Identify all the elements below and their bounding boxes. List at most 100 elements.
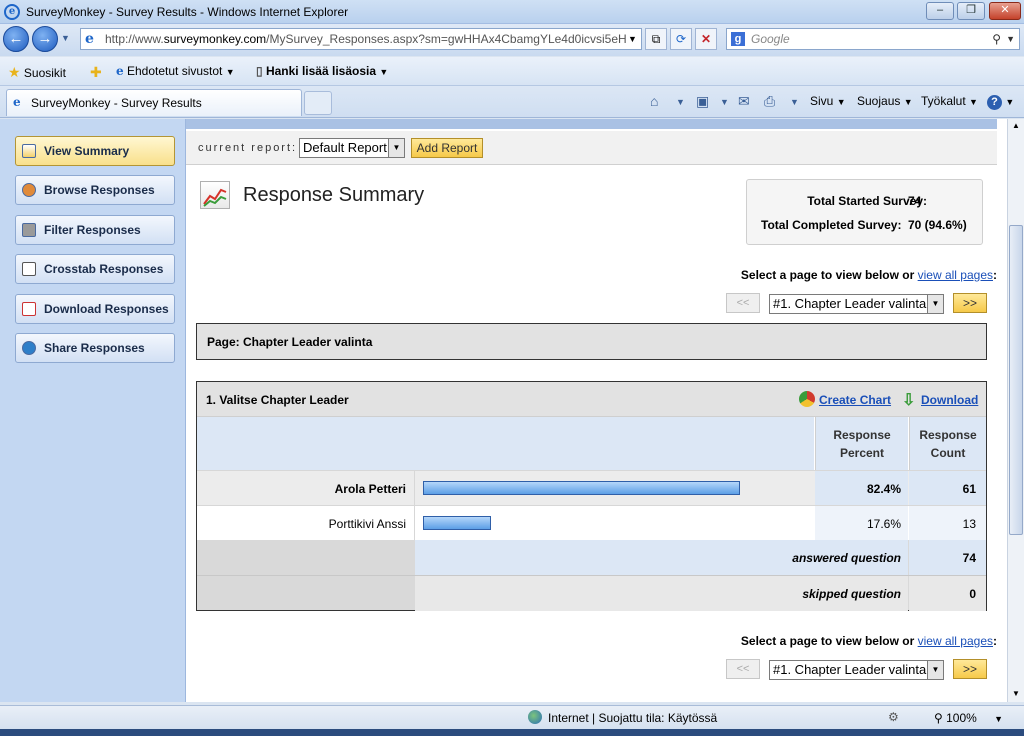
question-table: 1. Valitse Chapter Leader Create Chart ⇩… <box>196 381 987 611</box>
report-select[interactable]: Default Report ▼ <box>299 138 405 158</box>
minimize-button[interactable]: – <box>926 2 954 20</box>
star-icon: ★ <box>8 64 21 80</box>
safety-menu[interactable]: Suojaus ▼ <box>857 94 913 108</box>
protected-mode-icon[interactable]: ⚙ <box>888 710 899 724</box>
view-all-pages-link[interactable]: view all pages <box>918 268 993 282</box>
forward-button[interactable]: → <box>32 26 58 52</box>
print-dropdown-icon[interactable]: ▼ <box>790 97 799 107</box>
addon-page-icon: ▯ <box>256 64 263 78</box>
maximize-button[interactable]: ❐ <box>957 2 985 20</box>
tab-page-icon: e <box>13 95 21 109</box>
pager-text-top: Select a page to view below or view all … <box>741 268 997 282</box>
response-percent-label: Response Percent <box>833 428 891 460</box>
compatibility-view-icon[interactable]: ⧉ <box>645 28 667 50</box>
recent-pages-icon[interactable]: ▼ <box>61 33 70 43</box>
chevron-down-icon: ▼ <box>903 97 913 107</box>
refresh-icon[interactable]: ⟳ <box>670 28 692 50</box>
page-select[interactable]: #1. Chapter Leader valinta ▼ <box>769 660 944 680</box>
feeds-icon[interactable]: ▣ <box>696 93 709 110</box>
scrollbar-thumb[interactable] <box>1009 225 1023 535</box>
filter-icon <box>22 223 36 237</box>
count-cell: 61 <box>909 471 986 506</box>
scroll-down-icon[interactable]: ▼ <box>1012 689 1020 698</box>
answered-label: answered question <box>792 551 901 565</box>
pager-text: Select a page to view below or <box>740 268 915 282</box>
page-menu-label: Sivu <box>810 94 834 108</box>
response-count-header: Response Count <box>909 417 986 470</box>
suggested-sites-button[interactable]: e Ehdotetut sivustot ▼ <box>116 64 235 78</box>
response-percent: 17.6% <box>866 517 901 531</box>
skipped-value-cell: 0 <box>909 576 986 611</box>
search-icon[interactable]: ⚲ <box>992 29 1001 49</box>
response-bar <box>423 516 491 530</box>
sidebar-item-crosstab-responses[interactable]: Crosstab Responses <box>15 254 175 284</box>
download-icon <box>22 302 36 316</box>
url-input[interactable]: e http://www.surveymonkey.com/MySurvey_R… <box>80 28 642 50</box>
favorites-bar: ★ Suosikit ✚ e Ehdotetut sivustot ▼ ▯ Ha… <box>0 57 1024 86</box>
current-report-label: current report: <box>198 142 298 154</box>
search-dropdown-icon[interactable]: ▼ <box>1006 29 1015 49</box>
sidebar-item-label: Share Responses <box>44 341 145 355</box>
next-page-button[interactable]: >> <box>953 659 987 679</box>
add-report-button[interactable]: Add Report <box>411 138 483 158</box>
next-page-button[interactable]: >> <box>953 293 987 313</box>
stop-icon[interactable]: ✕ <box>695 28 717 50</box>
tab-surveymonkey[interactable]: e SurveyMonkey - Survey Results <box>6 89 302 116</box>
page-header: Page: Chapter Leader valinta <box>196 323 987 360</box>
answer-label: Porttikivi Anssi <box>328 517 406 531</box>
table-row: Arola Petteri 82.4% 61 <box>197 470 986 506</box>
page-select[interactable]: #1. Chapter Leader valinta ▼ <box>769 294 944 314</box>
chevron-down-icon: ▼ <box>836 97 846 107</box>
page-select-value: #1. Chapter Leader valinta <box>773 296 927 311</box>
security-zone-text[interactable]: Internet | Suojattu tila: Käytössä <box>548 711 717 725</box>
url-dropdown-icon[interactable]: ▼ <box>628 34 637 44</box>
mail-icon[interactable]: ✉ <box>738 93 750 110</box>
percent-cell: 17.6% <box>815 506 908 541</box>
close-button[interactable]: ✕ <box>989 2 1021 20</box>
pager-text: Select a page to view below or <box>740 634 915 648</box>
chevron-down-icon: ▼ <box>969 97 978 107</box>
report-select-value: Default Report <box>303 140 387 155</box>
total-completed-label: Total Completed Survey: <box>761 218 902 232</box>
zoom-control[interactable]: ⚲ 100% ▼ <box>934 711 1003 725</box>
sidebar-item-filter-responses[interactable]: Filter Responses <box>15 215 175 245</box>
percent-cell: 82.4% <box>815 471 908 506</box>
sidebar-item-share-responses[interactable]: Share Responses <box>15 333 175 363</box>
address-bar: ← → ▼ e http://www.surveymonkey.com/MySu… <box>0 24 1024 56</box>
add-favorite-button[interactable]: ✚ <box>90 64 102 81</box>
favorites-button[interactable]: ★ Suosikit <box>8 64 66 81</box>
top-strip <box>186 119 997 129</box>
home-dropdown-icon[interactable]: ▼ <box>676 97 685 107</box>
chevron-down-icon: ▼ <box>225 67 235 77</box>
search-input[interactable]: g Google ⚲ ▼ <box>726 28 1020 50</box>
page-menu[interactable]: Sivu ▼ <box>810 94 846 108</box>
sidebar-item-label: Crosstab Responses <box>44 262 164 276</box>
help-menu[interactable]: ? ▼ <box>987 94 1014 110</box>
page-title: Response Summary <box>243 184 425 206</box>
back-button[interactable]: ← <box>3 26 29 52</box>
print-icon[interactable]: ⎙ <box>764 93 775 110</box>
sidebar: View Summary Browse Responses Filter Res… <box>0 119 186 702</box>
tools-menu[interactable]: Työkalut ▼ <box>921 94 978 108</box>
prev-page-button[interactable]: << <box>726 293 760 313</box>
sidebar-item-view-summary[interactable]: View Summary <box>15 136 175 166</box>
get-addons-button[interactable]: ▯ Hanki lisää lisäosia ▼ <box>256 64 388 78</box>
new-tab-button[interactable] <box>304 91 332 115</box>
download-arrow-icon: ⇩ <box>902 392 916 409</box>
feeds-dropdown-icon[interactable]: ▼ <box>720 97 729 107</box>
page-select-value: #1. Chapter Leader valinta <box>773 662 927 677</box>
prev-page-button[interactable]: << <box>726 659 760 679</box>
sidebar-item-browse-responses[interactable]: Browse Responses <box>15 175 175 205</box>
create-chart-link[interactable]: Create Chart <box>819 393 891 407</box>
sidebar-item-label: Download Responses <box>44 302 169 316</box>
view-all-pages-link[interactable]: view all pages <box>918 634 993 648</box>
status-bar: Internet | Suojattu tila: Käytössä ⚙ ⚲ 1… <box>0 705 1024 729</box>
table-icon <box>22 262 36 276</box>
page-icon: e <box>85 31 94 47</box>
sidebar-item-download-responses[interactable]: Download Responses <box>15 294 175 324</box>
chevron-down-icon: ▼ <box>994 714 1004 724</box>
vertical-scrollbar[interactable]: ▲ ▼ <box>1007 119 1024 702</box>
home-icon[interactable]: ⌂ <box>650 93 658 109</box>
download-link[interactable]: Download <box>921 393 978 407</box>
scroll-up-icon[interactable]: ▲ <box>1012 121 1020 130</box>
